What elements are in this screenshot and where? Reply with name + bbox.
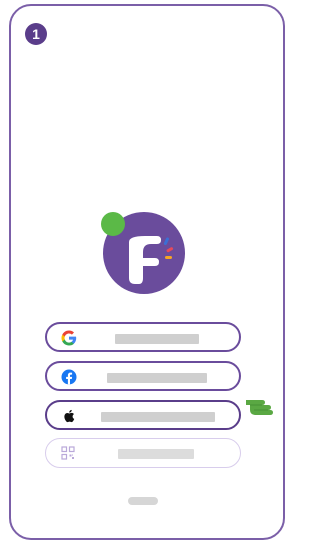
step-number-badge: 1: [25, 23, 47, 45]
brand-logo-icon: [101, 212, 185, 294]
google-login-button[interactable]: [45, 322, 241, 352]
apple-login-label: [101, 412, 215, 422]
qr-code-icon: [61, 446, 75, 460]
apple-icon: [64, 409, 75, 423]
facebook-login-button[interactable]: [45, 361, 241, 391]
google-login-label: [115, 334, 199, 344]
qr-code-login-button[interactable]: [45, 438, 241, 468]
google-icon: [61, 330, 77, 346]
apple-login-button[interactable]: [45, 400, 241, 430]
facebook-login-label: [107, 373, 207, 383]
facebook-icon: [61, 369, 77, 385]
home-indicator[interactable]: [128, 497, 158, 505]
pointing-hand-icon: [246, 400, 273, 415]
qr-code-login-label: [118, 449, 194, 459]
